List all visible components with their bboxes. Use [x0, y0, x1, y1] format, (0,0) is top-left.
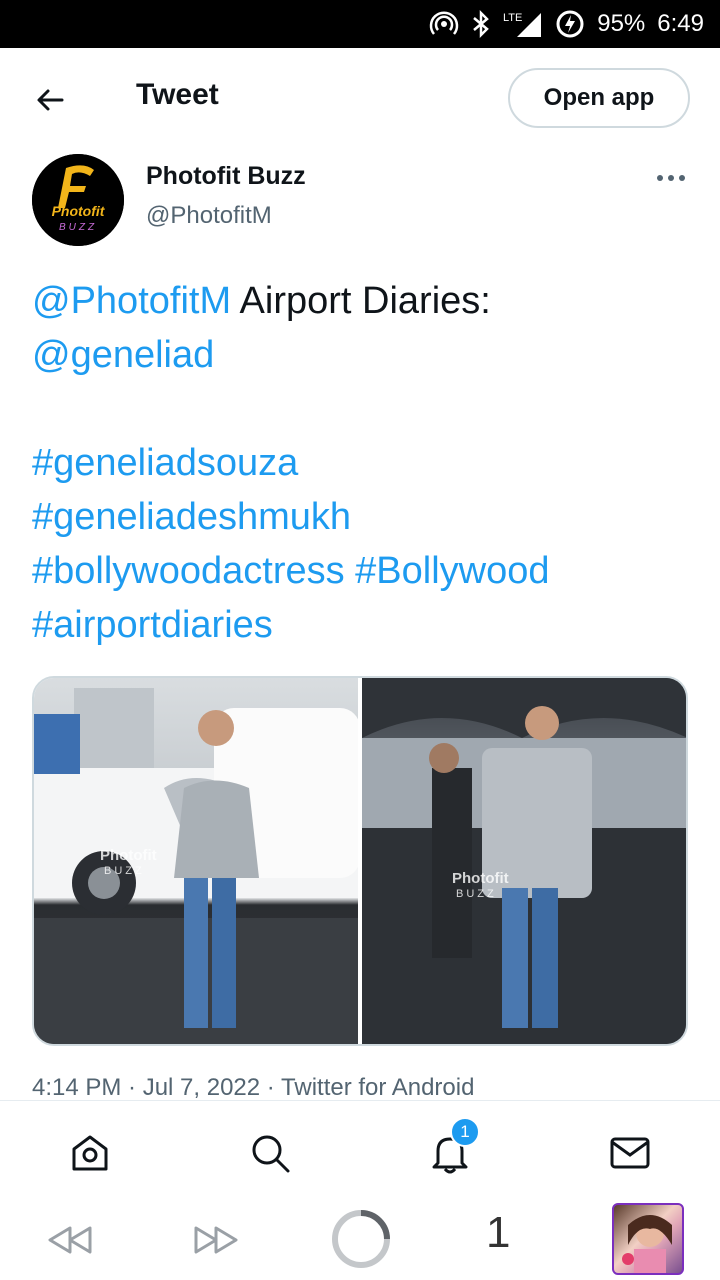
svg-text:Photofit: Photofit: [452, 870, 509, 887]
avatar-illustration: [622, 1215, 672, 1273]
browser-back-button[interactable]: [44, 1214, 96, 1266]
bottom-nav: 1: [0, 1100, 720, 1200]
loading-circle-icon: [332, 1210, 390, 1268]
tweet-author: Photofit BUZZ Photofit Buzz @PhotofitM: [32, 154, 692, 250]
author-handle[interactable]: @PhotofitM: [146, 202, 272, 230]
hashtag-link[interactable]: #bollywoodactress: [32, 550, 345, 592]
page-title: Tweet: [136, 78, 219, 111]
browser-forward-button[interactable]: [190, 1214, 242, 1266]
hotspot-icon: [429, 9, 459, 39]
signal-icon: LTE: [503, 9, 543, 39]
photo-illustration: Photofit BUZZ: [362, 678, 686, 1044]
tab-count-button[interactable]: 1: [486, 1208, 510, 1258]
more-icon: [657, 175, 685, 181]
notification-badge: 1: [450, 1117, 480, 1147]
tweet-photo-1[interactable]: Photofit BUZZ: [34, 678, 358, 1044]
avatar[interactable]: Photofit BUZZ: [32, 154, 124, 246]
hashtag-link[interactable]: #geneliadeshmukh: [32, 496, 351, 538]
nav-search[interactable]: [248, 1131, 292, 1175]
svg-text:BUZZ: BUZZ: [456, 888, 497, 900]
tweet-media: Photofit BUZZ Photofit BUZZ: [32, 676, 688, 1046]
back-button[interactable]: [28, 78, 72, 122]
top-bar: Tweet Open app: [0, 48, 720, 148]
fast-forward-icon: [194, 1226, 238, 1254]
mention-link[interactable]: @geneliad: [32, 334, 214, 376]
more-options-button[interactable]: [656, 168, 686, 188]
nav-messages[interactable]: [608, 1131, 652, 1175]
svg-text:Photofit: Photofit: [52, 203, 106, 219]
hashtag-link[interactable]: #airportdiaries: [32, 604, 273, 646]
tweet-body-text: Airport Diaries:: [231, 280, 491, 322]
hashtag-link[interactable]: #geneliadsouza: [32, 442, 298, 484]
photo-illustration: Photofit BUZZ: [34, 688, 358, 1044]
nav-home[interactable]: [68, 1131, 112, 1175]
battery-saver-icon: [555, 9, 585, 39]
clock: 6:49: [657, 10, 704, 37]
tweet-photo-2[interactable]: Photofit BUZZ: [362, 678, 686, 1044]
tweet-meta: 4:14 PM · Jul 7, 2022 · Twitter for Andr…: [32, 1074, 475, 1100]
mail-icon: [610, 1137, 650, 1169]
browser-toolbar: 1: [0, 1200, 720, 1280]
svg-text:Photofit: Photofit: [100, 847, 157, 864]
svg-text:LTE: LTE: [503, 12, 522, 24]
svg-text:BUZZ: BUZZ: [59, 222, 97, 233]
back-arrow-icon: [37, 89, 64, 111]
home-icon: [72, 1135, 108, 1171]
search-icon: [252, 1135, 290, 1173]
status-bar: LTE 95% 6:49: [0, 0, 720, 48]
mention-link[interactable]: @PhotofitM: [32, 280, 231, 322]
author-name[interactable]: Photofit Buzz: [146, 162, 306, 191]
photofit-logo-icon: Photofit BUZZ: [32, 154, 124, 246]
battery-percent: 95%: [597, 10, 646, 37]
svg-text:BUZZ: BUZZ: [104, 865, 145, 877]
open-app-button[interactable]: Open app: [508, 68, 690, 128]
hashtag-link[interactable]: #Bollywood: [355, 550, 549, 592]
browser-home-button[interactable]: [330, 1208, 392, 1270]
bluetooth-icon: [471, 9, 491, 39]
rewind-icon: [48, 1226, 92, 1254]
profile-avatar[interactable]: [612, 1203, 684, 1275]
tweet-text: @PhotofitM Airport Diaries: @geneliad #g…: [32, 274, 692, 652]
